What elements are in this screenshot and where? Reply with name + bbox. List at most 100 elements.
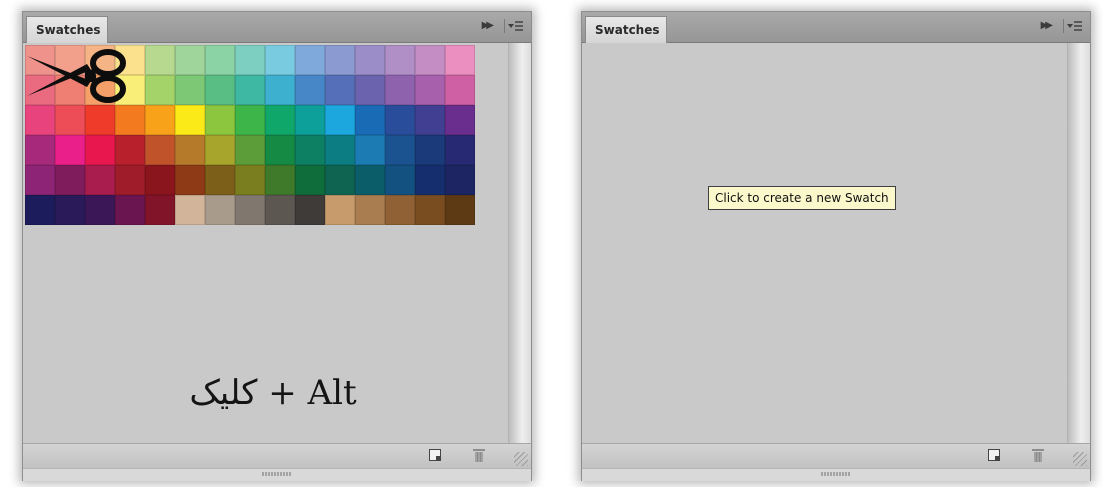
collapse-panel-button[interactable]: ▶▶ [482, 20, 495, 31]
color-swatch[interactable] [175, 105, 205, 135]
color-swatch[interactable] [145, 45, 175, 75]
panel-menu-button[interactable] [504, 19, 525, 33]
color-swatch[interactable] [325, 195, 355, 225]
panel-menu-button[interactable] [1063, 19, 1084, 33]
color-swatch[interactable] [445, 105, 475, 135]
delete-swatch-icon[interactable] [1032, 449, 1044, 462]
color-swatch[interactable] [25, 105, 55, 135]
new-swatch-icon[interactable] [429, 449, 441, 461]
color-swatch[interactable] [205, 45, 235, 75]
color-swatch[interactable] [445, 195, 475, 225]
color-swatch[interactable] [325, 135, 355, 165]
color-swatch[interactable] [235, 45, 265, 75]
color-swatch[interactable] [235, 195, 265, 225]
color-swatch[interactable] [145, 165, 175, 195]
color-swatch[interactable] [205, 75, 235, 105]
resize-grip-icon[interactable] [1073, 452, 1087, 466]
color-swatch[interactable] [55, 135, 85, 165]
color-swatch[interactable] [385, 195, 415, 225]
color-swatch[interactable] [55, 165, 85, 195]
color-swatch[interactable] [295, 105, 325, 135]
color-swatch[interactable] [445, 45, 475, 75]
trash-lid [473, 449, 485, 451]
color-swatch[interactable] [175, 75, 205, 105]
color-swatch[interactable] [25, 195, 55, 225]
color-swatch[interactable] [355, 105, 385, 135]
color-swatch[interactable] [235, 135, 265, 165]
color-swatch[interactable] [295, 165, 325, 195]
color-swatch[interactable] [145, 135, 175, 165]
collapse-panel-button[interactable]: ▶▶ [1041, 20, 1054, 31]
color-swatch[interactable] [85, 195, 115, 225]
new-swatch-icon[interactable] [988, 449, 1000, 461]
color-swatch[interactable] [235, 75, 265, 105]
color-swatch[interactable] [295, 75, 325, 105]
color-swatch[interactable] [235, 105, 265, 135]
color-swatch[interactable] [295, 45, 325, 75]
vertical-scrollbar[interactable] [508, 43, 531, 443]
color-swatch[interactable] [445, 75, 475, 105]
color-swatch[interactable] [205, 195, 235, 225]
color-swatch[interactable] [385, 165, 415, 195]
color-swatch[interactable] [325, 45, 355, 75]
color-swatch[interactable] [115, 105, 145, 135]
color-swatch[interactable] [265, 75, 295, 105]
color-swatch[interactable] [85, 165, 115, 195]
color-swatch[interactable] [385, 75, 415, 105]
color-swatch[interactable] [175, 135, 205, 165]
color-swatch[interactable] [415, 135, 445, 165]
delete-swatch-icon[interactable] [473, 449, 485, 462]
color-swatch[interactable] [205, 165, 235, 195]
tab-swatches[interactable]: Swatches [26, 16, 108, 43]
color-swatch[interactable] [175, 195, 205, 225]
color-swatch[interactable] [205, 105, 235, 135]
color-swatch[interactable] [445, 165, 475, 195]
color-swatch[interactable] [145, 105, 175, 135]
color-swatch[interactable] [355, 75, 385, 105]
color-swatch[interactable] [385, 135, 415, 165]
tab-swatches[interactable]: Swatches [585, 16, 667, 43]
color-swatch[interactable] [265, 105, 295, 135]
swatches-content-empty[interactable]: Click to create a new Swatch [582, 43, 1066, 443]
color-swatch[interactable] [385, 45, 415, 75]
color-swatch[interactable] [55, 105, 85, 135]
color-swatch[interactable] [175, 45, 205, 75]
color-swatch[interactable] [295, 135, 325, 165]
color-swatch[interactable] [445, 135, 475, 165]
color-swatch[interactable] [265, 195, 295, 225]
color-swatch[interactable] [355, 195, 385, 225]
vertical-scrollbar[interactable] [1067, 43, 1090, 443]
color-swatch[interactable] [355, 135, 385, 165]
color-swatch[interactable] [355, 45, 385, 75]
color-swatch[interactable] [415, 195, 445, 225]
color-swatch[interactable] [115, 135, 145, 165]
color-swatch[interactable] [205, 135, 235, 165]
color-swatch[interactable] [55, 195, 85, 225]
color-swatch[interactable] [265, 135, 295, 165]
color-swatch[interactable] [115, 195, 145, 225]
color-swatch[interactable] [385, 105, 415, 135]
color-swatch[interactable] [325, 75, 355, 105]
color-swatch[interactable] [145, 195, 175, 225]
color-swatch[interactable] [295, 195, 325, 225]
color-swatch[interactable] [415, 45, 445, 75]
resize-grip-icon[interactable] [514, 452, 528, 466]
color-swatch[interactable] [355, 165, 385, 195]
color-swatch[interactable] [265, 45, 295, 75]
color-swatch[interactable] [115, 165, 145, 195]
color-swatch[interactable] [145, 75, 175, 105]
color-swatch[interactable] [175, 165, 205, 195]
color-swatch[interactable] [325, 165, 355, 195]
color-swatch[interactable] [25, 165, 55, 195]
color-swatch[interactable] [265, 165, 295, 195]
color-swatch[interactable] [415, 165, 445, 195]
panel-resize-handle[interactable] [262, 472, 292, 476]
color-swatch[interactable] [235, 165, 265, 195]
color-swatch[interactable] [85, 135, 115, 165]
panel-resize-handle[interactable] [821, 472, 851, 476]
color-swatch[interactable] [85, 105, 115, 135]
color-swatch[interactable] [25, 135, 55, 165]
color-swatch[interactable] [325, 105, 355, 135]
color-swatch[interactable] [415, 105, 445, 135]
color-swatch[interactable] [415, 75, 445, 105]
